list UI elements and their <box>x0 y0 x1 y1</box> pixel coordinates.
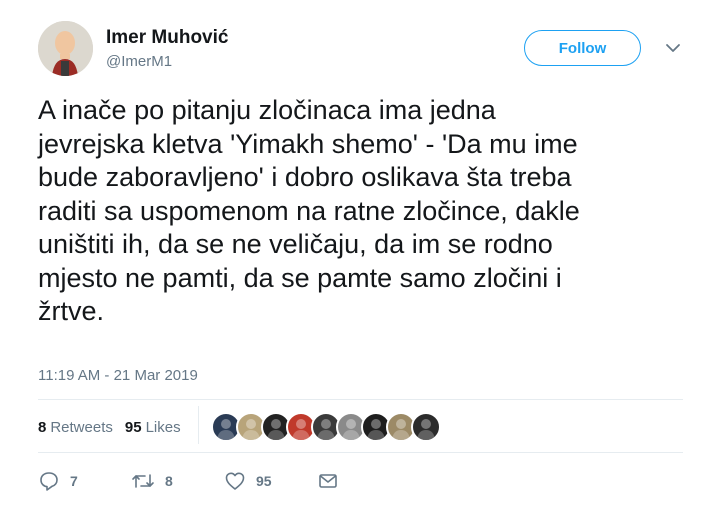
tweet-text: A inače po pitanju zločinaca ima jedna j… <box>38 95 580 326</box>
retweet-action[interactable]: 8 <box>131 470 173 492</box>
chevron-down-icon[interactable] <box>664 39 682 57</box>
retweets-count[interactable]: 8 <box>38 419 46 436</box>
tweet-stats: 8 Retweets 95 Likes <box>38 416 193 438</box>
like-action[interactable]: 95 <box>224 470 272 492</box>
reply-action[interactable]: 7 <box>38 470 78 492</box>
retweets-label[interactable]: Retweets <box>50 419 113 436</box>
follow-button[interactable]: Follow <box>524 30 641 66</box>
divider-top <box>38 399 683 400</box>
retweet-icon <box>132 474 154 488</box>
reply-count: 7 <box>70 473 78 489</box>
user-display-name[interactable]: Imer Muhović <box>106 27 228 49</box>
tweet-header: Imer Muhović @ImerM1 Follow <box>38 21 688 81</box>
envelope-icon <box>319 474 337 488</box>
reply-icon <box>40 472 58 491</box>
retweet-count: 8 <box>165 473 173 489</box>
liker-avatar-9[interactable] <box>411 412 441 442</box>
heart-icon <box>225 472 245 490</box>
user-handle[interactable]: @ImerM1 <box>106 51 228 73</box>
likes-label[interactable]: Likes <box>146 419 181 436</box>
divider-bottom <box>38 452 683 453</box>
user-avatar[interactable] <box>38 21 93 76</box>
likes-count[interactable]: 95 <box>125 419 142 436</box>
stats-separator <box>198 406 199 444</box>
like-count: 95 <box>256 473 272 489</box>
message-action[interactable] <box>317 470 349 492</box>
tweet-timestamp[interactable]: 11:19 AM - 21 Mar 2019 <box>38 367 198 384</box>
